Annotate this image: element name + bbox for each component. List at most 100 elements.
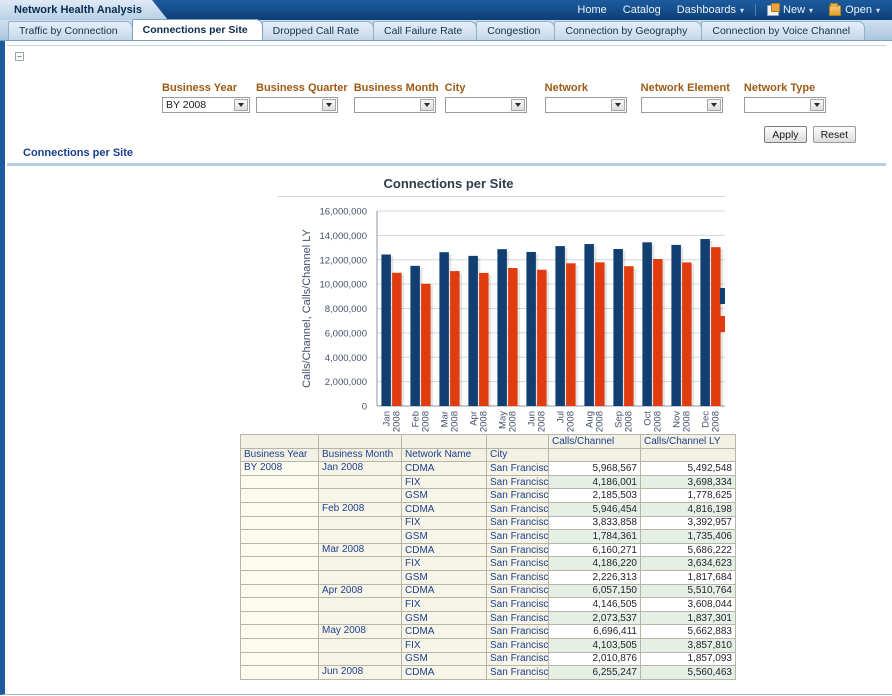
- tab-connection-by-geography[interactable]: Connection by Geography: [554, 21, 702, 40]
- cell-network-name[interactable]: CDMA: [402, 584, 487, 598]
- bar-calls-channel-ly[interactable]: [566, 263, 576, 406]
- cell-city[interactable]: San Francisco: [487, 502, 549, 516]
- cell-network-name[interactable]: GSM: [402, 570, 487, 584]
- cell-city[interactable]: San Francisco: [487, 462, 549, 476]
- bar-calls-channel[interactable]: [584, 244, 594, 406]
- cell-business-month[interactable]: May 2008: [319, 625, 402, 639]
- cell-network-name[interactable]: FIX: [402, 598, 487, 612]
- bar-calls-channel-ly[interactable]: [595, 262, 605, 406]
- bar-calls-channel-ly[interactable]: [421, 284, 431, 406]
- network-element-select[interactable]: [641, 97, 723, 113]
- cell-network-name[interactable]: FIX: [402, 638, 487, 652]
- chevron-down-icon[interactable]: [810, 99, 824, 111]
- cell-business-month[interactable]: Mar 2008: [319, 543, 402, 557]
- column-header-business-year[interactable]: Business Year: [241, 448, 319, 462]
- cell-network-name[interactable]: GSM: [402, 652, 487, 666]
- legend-swatch-calls-channel[interactable]: [720, 288, 725, 304]
- cell-city[interactable]: San Francisco: [487, 475, 549, 489]
- cell-network-name[interactable]: GSM: [402, 489, 487, 503]
- link-catalog[interactable]: Catalog: [615, 0, 669, 20]
- cell-city[interactable]: San Francisco: [487, 625, 549, 639]
- legend-swatch-calls-channel-ly[interactable]: [720, 316, 725, 332]
- bar-calls-channel[interactable]: [439, 252, 449, 406]
- cell-network-name[interactable]: FIX: [402, 516, 487, 530]
- cell-city[interactable]: San Francisco: [487, 516, 549, 530]
- cell-business-month[interactable]: Apr 2008: [319, 584, 402, 598]
- column-header-business-month[interactable]: Business Month: [319, 448, 402, 462]
- cell-city[interactable]: San Francisco: [487, 557, 549, 571]
- chevron-down-icon[interactable]: [322, 99, 336, 111]
- business-quarter-select[interactable]: [256, 97, 338, 113]
- business-year-select[interactable]: BY 2008: [162, 97, 250, 113]
- link-new[interactable]: New ▾: [759, 0, 821, 20]
- network-select[interactable]: [545, 97, 627, 113]
- bar-calls-channel-ly[interactable]: [479, 273, 489, 406]
- reset-button[interactable]: Reset: [813, 126, 856, 143]
- cell-city[interactable]: San Francisco: [487, 666, 549, 680]
- bar-calls-channel-ly[interactable]: [624, 266, 634, 406]
- chevron-down-icon[interactable]: [707, 99, 721, 111]
- cell-network-name[interactable]: CDMA: [402, 502, 487, 516]
- cell-city[interactable]: San Francisco: [487, 652, 549, 666]
- bar-calls-channel[interactable]: [468, 256, 478, 406]
- link-dashboards[interactable]: Dashboards ▾: [669, 0, 752, 20]
- bar-calls-channel[interactable]: [410, 266, 420, 406]
- bar-calls-channel-ly[interactable]: [682, 262, 692, 406]
- bar-calls-channel[interactable]: [555, 246, 565, 406]
- tab-connections-per-site[interactable]: Connections per Site: [132, 19, 263, 40]
- bar-calls-channel-ly[interactable]: [653, 259, 663, 406]
- chevron-down-icon[interactable]: [511, 99, 525, 111]
- tab-connection-by-voice-channel[interactable]: Connection by Voice Channel: [701, 21, 865, 40]
- link-home[interactable]: Home: [569, 0, 614, 20]
- cell-business-year[interactable]: BY 2008: [241, 462, 319, 476]
- tab-congestion[interactable]: Congestion: [476, 21, 555, 40]
- bar-calls-channel-ly[interactable]: [392, 273, 402, 406]
- bar-calls-channel[interactable]: [497, 249, 507, 406]
- link-open[interactable]: Open ▾: [821, 0, 888, 20]
- cell-network-name[interactable]: GSM: [402, 611, 487, 625]
- cell-city[interactable]: San Francisco: [487, 489, 549, 503]
- bar-calls-channel-ly[interactable]: [711, 247, 721, 406]
- bar-calls-channel-ly[interactable]: [508, 268, 517, 406]
- business-month-select[interactable]: [354, 97, 436, 113]
- connections-per-site-bar-chart[interactable]: 02,000,0004,000,0006,000,0008,000,00010,…: [5, 166, 892, 434]
- cell-network-name[interactable]: CDMA: [402, 462, 487, 476]
- bar-calls-channel[interactable]: [613, 249, 623, 406]
- cell-city[interactable]: San Francisco: [487, 584, 549, 598]
- bar-calls-channel[interactable]: [381, 255, 391, 406]
- column-header-calls-channel-ly[interactable]: Calls/Channel LY: [641, 435, 736, 449]
- cell-network-name[interactable]: CDMA: [402, 543, 487, 557]
- bar-calls-channel-ly[interactable]: [537, 270, 547, 406]
- cell-city[interactable]: San Francisco: [487, 530, 549, 544]
- column-header-city[interactable]: City: [487, 448, 549, 462]
- tab-dropped-call-rate[interactable]: Dropped Call Rate: [262, 21, 374, 40]
- chevron-down-icon[interactable]: [420, 99, 434, 111]
- cell-network-name[interactable]: CDMA: [402, 625, 487, 639]
- bar-calls-channel[interactable]: [526, 252, 536, 406]
- bar-calls-channel[interactable]: [700, 239, 710, 406]
- tab-traffic-by-connection[interactable]: Traffic by Connection: [8, 21, 133, 40]
- cell-network-name[interactable]: FIX: [402, 557, 487, 571]
- collapse-toggle-icon[interactable]: −: [15, 52, 24, 61]
- cell-network-name[interactable]: FIX: [402, 475, 487, 489]
- column-header-network-name[interactable]: Network Name: [402, 448, 487, 462]
- chevron-down-icon[interactable]: [234, 99, 248, 111]
- cell-network-name[interactable]: GSM: [402, 530, 487, 544]
- cell-city[interactable]: San Francisco: [487, 638, 549, 652]
- bar-calls-channel[interactable]: [671, 245, 681, 406]
- cell-city[interactable]: San Francisco: [487, 598, 549, 612]
- bar-calls-channel-ly[interactable]: [450, 271, 460, 406]
- cell-city[interactable]: San Francisco: [487, 570, 549, 584]
- cell-business-month[interactable]: Jun 2008: [319, 666, 402, 680]
- city-select[interactable]: [445, 97, 527, 113]
- cell-business-month[interactable]: Feb 2008: [319, 502, 402, 516]
- chevron-down-icon[interactable]: [611, 99, 625, 111]
- column-header-calls-channel[interactable]: Calls/Channel: [549, 435, 641, 449]
- cell-city[interactable]: San Francisco: [487, 543, 549, 557]
- cell-business-month[interactable]: Jan 2008: [319, 462, 402, 476]
- cell-network-name[interactable]: CDMA: [402, 666, 487, 680]
- network-type-select[interactable]: [744, 97, 826, 113]
- cell-city[interactable]: San Francisco: [487, 611, 549, 625]
- tab-call-failure-rate[interactable]: Call Failure Rate: [373, 21, 477, 40]
- bar-calls-channel[interactable]: [642, 242, 652, 406]
